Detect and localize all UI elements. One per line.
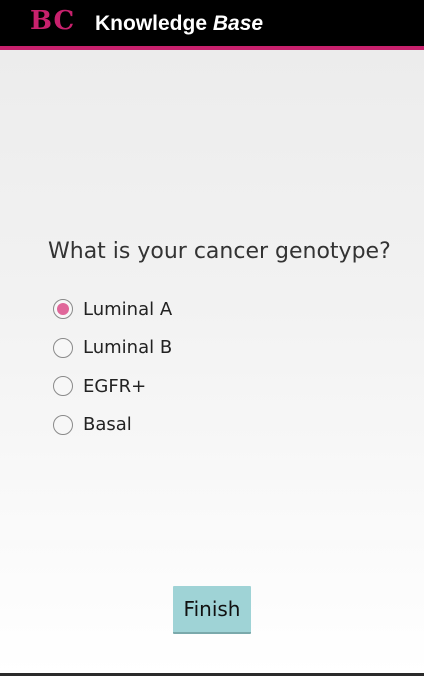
option-label[interactable]: Basal bbox=[83, 414, 132, 435]
option-label[interactable]: Luminal A bbox=[83, 299, 172, 320]
option-luminal-a[interactable]: Luminal A bbox=[50, 290, 380, 329]
app-title-italic: Base bbox=[212, 12, 264, 35]
option-label[interactable]: EGFR+ bbox=[83, 376, 146, 397]
option-label[interactable]: Luminal B bbox=[83, 337, 172, 358]
app-header: BC Knowledge Base bbox=[0, 0, 424, 46]
radio-button-selected[interactable] bbox=[53, 299, 73, 320]
app-title: Knowledge Base bbox=[95, 11, 263, 37]
radio-button[interactable] bbox=[53, 414, 73, 435]
radio-dot-icon bbox=[57, 303, 69, 316]
finish-button[interactable]: Finish bbox=[173, 586, 251, 634]
app-screen: BC Knowledge Base What is your cancer ge… bbox=[0, 0, 424, 676]
radio-button[interactable] bbox=[53, 376, 73, 397]
header-accent-bar bbox=[0, 46, 424, 50]
option-egfr-plus[interactable]: EGFR+ bbox=[50, 367, 380, 406]
brand-logo: BC bbox=[30, 6, 76, 36]
question-text: What is your cancer genotype? bbox=[48, 239, 391, 264]
option-basal[interactable]: Basal bbox=[50, 406, 380, 445]
genotype-radio-group: Luminal A Luminal B EGFR+ Basal bbox=[50, 290, 380, 444]
option-luminal-b[interactable]: Luminal B bbox=[50, 329, 380, 368]
radio-button[interactable] bbox=[53, 337, 73, 358]
app-title-plain: Knowledge bbox=[95, 12, 208, 35]
